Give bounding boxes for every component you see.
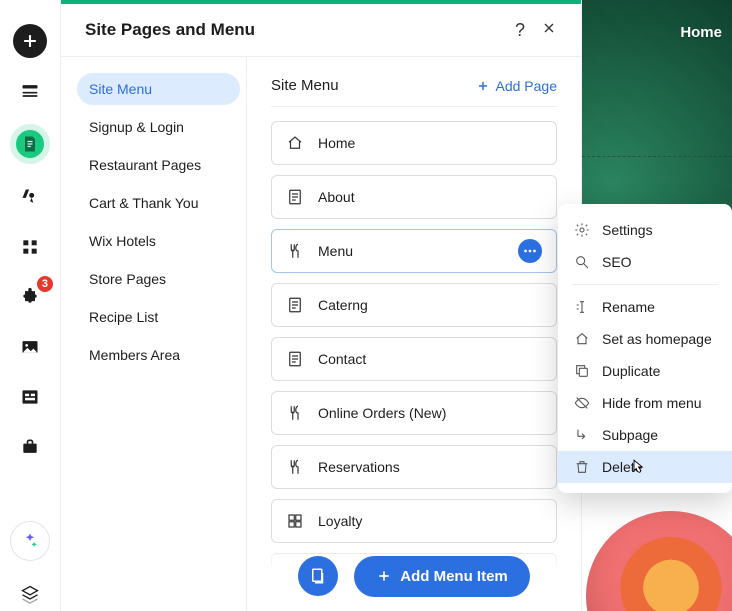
page-row-menu[interactable]: Menu (271, 229, 557, 273)
ctx-label: Duplicate (602, 363, 660, 379)
add-menu-item-label: Add Menu Item (400, 568, 508, 585)
sidebar-item-signup-login[interactable]: Signup & Login (77, 111, 240, 143)
help-icon[interactable]: ? (515, 20, 525, 41)
page-label: Contact (318, 351, 366, 367)
design-icon[interactable] (13, 180, 47, 214)
page-label: Loyalty (318, 513, 362, 529)
page-label: Reservations (318, 459, 400, 475)
ctx-separator (572, 284, 718, 285)
pages-sidebar: Site Menu Signup & Login Restaurant Page… (61, 57, 247, 611)
panel-header: Site Pages and Menu ? (61, 0, 581, 56)
section-head: Site Menu Add Page (271, 73, 557, 107)
pages-panel: Site Pages and Menu ? Site Menu Signup &… (60, 0, 582, 611)
add-page-button[interactable]: Add Page (476, 78, 558, 94)
page-label: Home (318, 135, 355, 151)
page-label: Menu (318, 243, 353, 259)
ctx-settings[interactable]: Settings (558, 214, 732, 246)
ctx-seo[interactable]: SEO (558, 246, 732, 278)
page-row-home[interactable]: Home (271, 121, 557, 165)
page-label: Online Orders (New) (318, 405, 446, 421)
section-title: Site Menu (271, 77, 339, 94)
ctx-label: Hide from menu (602, 395, 702, 411)
panel-footer: Add Menu Item (247, 541, 581, 611)
page-label: Caterng (318, 297, 368, 313)
quick-add-page-button[interactable] (298, 556, 338, 596)
ctx-set-homepage[interactable]: Set as homepage (558, 323, 732, 355)
ctx-label: SEO (602, 254, 632, 270)
ctx-hide[interactable]: Hide from menu (558, 387, 732, 419)
ctx-label: Settings (602, 222, 653, 238)
sidebar-item-store-pages[interactable]: Store Pages (77, 263, 240, 295)
layers-icon[interactable] (13, 577, 47, 611)
ctx-subpage[interactable]: Subpage (558, 419, 732, 451)
addons-puzzle-icon[interactable]: 3 (13, 280, 47, 314)
page-label: About (318, 189, 355, 205)
add-menu-item-button[interactable]: Add Menu Item (354, 556, 530, 597)
sidebar-item-cart-thankyou[interactable]: Cart & Thank You (77, 187, 240, 219)
page-row-contact[interactable]: Contact (271, 337, 557, 381)
apps-grid-icon[interactable] (13, 230, 47, 264)
ai-assistant-icon[interactable] (10, 521, 50, 561)
page-row-reservations[interactable]: Reservations (271, 445, 557, 489)
ctx-label: Rename (602, 299, 655, 315)
preview-nav-home[interactable]: Home (680, 24, 722, 41)
add-icon[interactable] (13, 24, 47, 58)
preview-guide-line (582, 156, 732, 157)
pages-main: Site Menu Add Page Home About Menu (247, 57, 581, 611)
page-row-online-orders[interactable]: Online Orders (New) (271, 391, 557, 435)
page-more-icon[interactable] (518, 239, 542, 263)
ctx-duplicate[interactable]: Duplicate (558, 355, 732, 387)
page-list: Home About Menu Caterng (271, 121, 557, 597)
page-context-menu: Settings SEO Rename Set as homepage Dupl… (558, 204, 732, 493)
cursor-pointer-icon (628, 458, 646, 481)
panel-title: Site Pages and Menu (85, 20, 255, 40)
badge-count: 3 (37, 276, 53, 292)
sidebar-item-restaurant-pages[interactable]: Restaurant Pages (77, 149, 240, 181)
business-icon[interactable] (13, 430, 47, 464)
ctx-label: Subpage (602, 427, 658, 443)
sidebar-item-members-area[interactable]: Members Area (77, 339, 240, 371)
section-icon[interactable] (13, 74, 47, 108)
media-icon[interactable] (13, 330, 47, 364)
ctx-label: Set as homepage (602, 331, 712, 347)
sidebar-item-wix-hotels[interactable]: Wix Hotels (77, 225, 240, 257)
sidebar-item-recipe-list[interactable]: Recipe List (77, 301, 240, 333)
add-page-label: Add Page (496, 78, 558, 94)
page-row-loyalty[interactable]: Loyalty (271, 499, 557, 543)
close-icon[interactable] (541, 20, 557, 41)
form-icon[interactable] (13, 380, 47, 414)
left-tool-rail: 3 (0, 0, 60, 611)
page-row-about[interactable]: About (271, 175, 557, 219)
pages-icon[interactable] (10, 124, 50, 164)
page-row-catering[interactable]: Caterng (271, 283, 557, 327)
sidebar-item-site-menu[interactable]: Site Menu (77, 73, 240, 105)
ctx-rename[interactable]: Rename (558, 291, 732, 323)
